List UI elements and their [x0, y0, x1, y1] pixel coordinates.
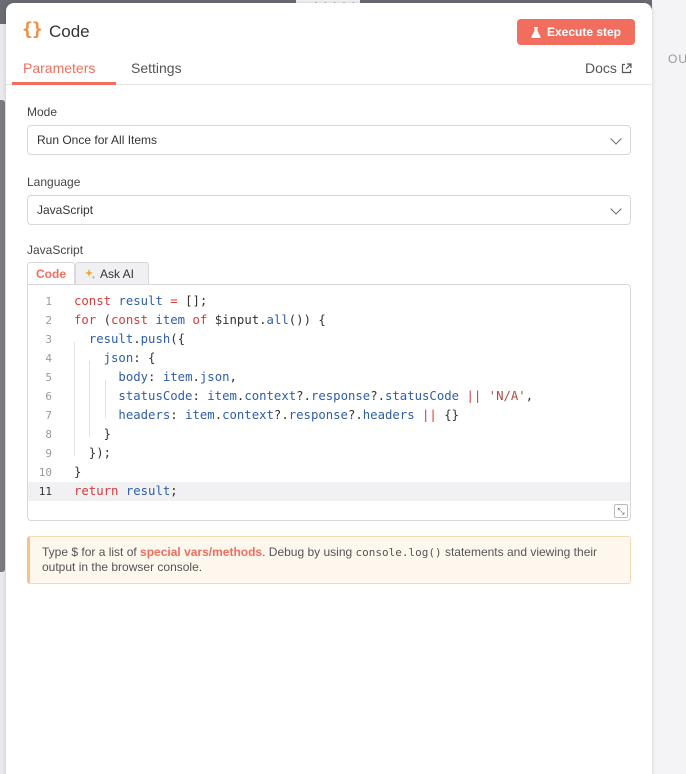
parameters-body: Mode Run Once for All Items Language Jav… — [6, 86, 652, 774]
execute-step-label: Execute step — [546, 25, 622, 39]
mode-select[interactable]: Run Once for All Items — [27, 125, 631, 155]
code-line[interactable]: 7 headers: item.context?.response?.heade… — [28, 406, 630, 425]
execute-step-button[interactable]: Execute step — [517, 19, 635, 45]
editor-tabs: Code Ask AI — [27, 262, 149, 285]
hint-code: console.log() — [355, 546, 442, 559]
code-line[interactable]: 1 const result = []; — [28, 292, 630, 311]
tab-settings[interactable]: Settings — [131, 60, 182, 76]
node-title[interactable]: Code — [49, 22, 90, 42]
code-line[interactable]: 4 json: { — [28, 349, 630, 368]
code-line[interactable]: 3 result.push({ — [28, 330, 630, 349]
code-text: return result; — [74, 484, 178, 498]
code-line[interactable]: 6 statusCode: item.context?.response?.st… — [28, 387, 630, 406]
code-text: headers: item.context?.response?.headers… — [118, 408, 460, 422]
hint-notice: Type $ for a list of special vars/method… — [27, 536, 631, 584]
docs-link[interactable]: Docs — [585, 60, 632, 76]
editor-label: JavaScript — [27, 243, 84, 257]
resize-handle[interactable]: ⤡ — [614, 504, 628, 518]
tab-code-label: Code — [36, 267, 66, 281]
node-panel: {} Code Execute step Parameters Settings… — [6, 3, 652, 774]
code-text: result.push({ — [88, 332, 186, 346]
line-number: 9 — [45, 447, 52, 460]
code-text: for (const item of $input.all()) { — [74, 313, 326, 327]
code-text: } — [74, 465, 82, 479]
code-text: } — [74, 427, 112, 441]
output-pane: OU — [652, 0, 686, 774]
indent-guide — [105, 380, 106, 418]
tab-ask-ai-label: Ask AI — [100, 267, 135, 281]
chevron-down-icon — [610, 133, 622, 145]
mode-value: Run Once for All Items — [37, 133, 158, 147]
line-number: 5 — [45, 371, 52, 384]
line-number: 6 — [45, 390, 52, 403]
code-braces-icon: {} — [22, 19, 43, 40]
hint-middle: . Debug by using — [262, 545, 356, 559]
tab-parameters[interactable]: Parameters — [23, 60, 95, 76]
line-number: 4 — [45, 352, 52, 365]
code-line[interactable]: 2 for (const item of $input.all()) { — [28, 311, 630, 330]
active-tab-indicator — [12, 82, 116, 85]
panel-header: {} Code Execute step Parameters Settings… — [6, 3, 652, 85]
flask-icon — [531, 26, 541, 38]
output-pane-title: OU — [668, 52, 686, 66]
tab-ask-ai[interactable]: Ask AI — [75, 262, 149, 285]
line-number: 8 — [45, 428, 52, 441]
code-line[interactable]: 5 body: item.json, — [28, 368, 630, 387]
code-text: const result = []; — [74, 294, 208, 308]
chevron-down-icon — [610, 203, 622, 215]
code-editor[interactable]: 11 return result; 10} 9 }); 8 } 7 headers: it… — [27, 284, 631, 521]
code-text: }); — [74, 446, 112, 460]
language-select[interactable]: JavaScript — [27, 195, 631, 225]
line-number: 3 — [45, 333, 52, 346]
indent-guide — [89, 361, 90, 437]
line-number: 2 — [45, 314, 52, 327]
mode-label: Mode — [27, 105, 58, 119]
code-text: statusCode: item.context?.response?.stat… — [118, 389, 534, 403]
code-text: json: { — [103, 351, 156, 365]
hint-prefix: Type $ for a list of — [42, 545, 141, 559]
input-pane-edge — [0, 100, 5, 572]
line-number: 10 — [38, 466, 52, 479]
docs-label: Docs — [585, 60, 617, 76]
special-vars-link[interactable]: special vars/methods — [140, 545, 262, 559]
tab-code[interactable]: Code — [27, 262, 75, 285]
sparkle-icon — [85, 269, 96, 280]
external-link-icon — [621, 62, 632, 73]
code-line[interactable]: 8 } — [28, 425, 630, 444]
code-line[interactable]: 10} — [28, 463, 630, 482]
line-number: 1 — [45, 295, 52, 308]
line-number: 11 — [38, 485, 52, 498]
code-line[interactable]: 11 return result; — [28, 482, 630, 501]
indent-guide — [74, 342, 75, 456]
code-line[interactable]: 9 }); — [28, 444, 630, 463]
language-label: Language — [27, 175, 81, 189]
language-value: JavaScript — [37, 203, 94, 217]
code-text: body: item.json, — [118, 370, 237, 384]
line-number: 7 — [45, 409, 52, 422]
